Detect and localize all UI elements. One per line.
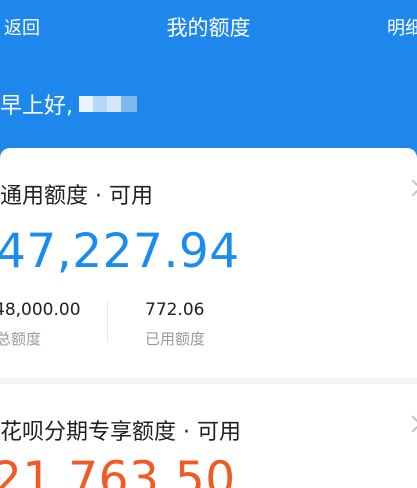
- installment-quota-title: 花呗分期专享额度 · 可用: [0, 420, 241, 445]
- detail-button[interactable]: 明细: [387, 14, 417, 40]
- installment-quota-card[interactable]: 花呗分期专享额度 · 可用 21,763.50: [0, 384, 417, 488]
- total-quota-label: 总额度: [0, 330, 42, 348]
- used-quota-label: 已用额度: [145, 330, 206, 348]
- general-quota-card[interactable]: 通用额度 · 可用 47,227.94 48,000.00 总额度 772.06…: [0, 148, 417, 378]
- user-name-blurred: [79, 96, 137, 112]
- total-quota-value: 48,000.00: [0, 300, 81, 320]
- page-title: 我的额度: [166, 16, 251, 40]
- greeting-row: 早上好,: [0, 88, 137, 120]
- general-quota-title: 通用额度 · 可用: [0, 184, 153, 209]
- greeting-text: 早上好,: [0, 94, 73, 119]
- installment-available-amount: 21,763.50: [0, 452, 236, 488]
- chevron-right-icon[interactable]: [404, 179, 417, 197]
- chevron-right-icon[interactable]: [404, 415, 417, 433]
- nav-bar: 返回 我的额度 明细: [0, 0, 417, 52]
- stat-divider: [107, 302, 108, 342]
- general-available-amount: 47,227.94: [0, 224, 240, 279]
- used-quota-value: 772.06: [145, 300, 205, 320]
- quota-screen: 返回 我的额度 明细 早上好, 通用额度 · 可用 47,227.94 48,0…: [0, 0, 417, 488]
